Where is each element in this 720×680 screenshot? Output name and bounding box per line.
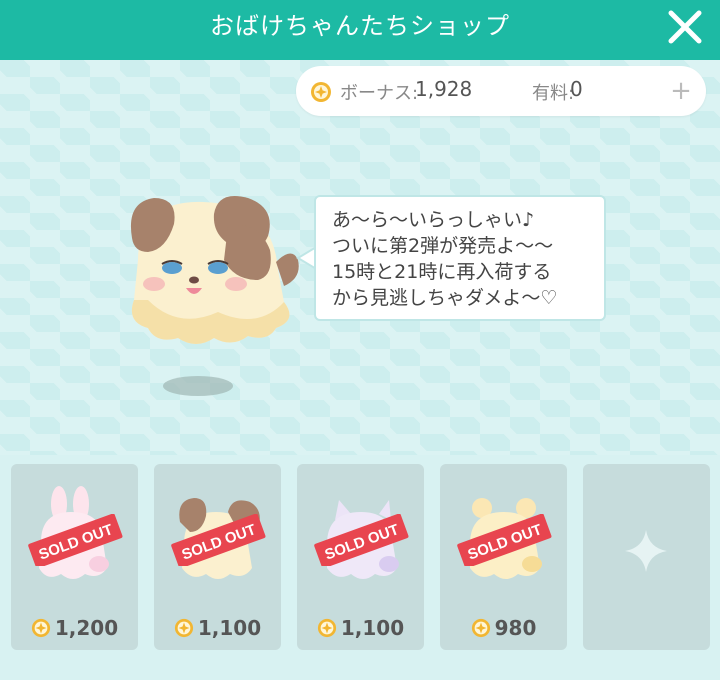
- page-title: おばけちゃんたちショップ: [210, 12, 510, 40]
- price-tag: 1,200: [11, 616, 138, 642]
- price-value: 1,100: [340, 616, 405, 640]
- sold-out-badge: SOLD OUT: [28, 514, 123, 566]
- sparkle-icon: [625, 530, 667, 572]
- price-value: 1,200: [54, 616, 119, 640]
- price-tag: 1,100: [154, 616, 281, 642]
- price-tag: 1,100: [297, 616, 424, 642]
- bonus-value: 1,928: [415, 77, 473, 101]
- header-bar: おばけちゃんたちショップ: [0, 0, 720, 60]
- price-value: 980: [494, 616, 537, 640]
- close-icon[interactable]: [664, 6, 706, 48]
- add-currency-button[interactable]: +: [666, 76, 696, 106]
- shop-item-card[interactable]: SOLD OUT 1,200: [11, 464, 138, 650]
- price-value: 1,100: [197, 616, 262, 640]
- coin-icon: [317, 618, 336, 638]
- empty-item-slot[interactable]: [583, 464, 710, 650]
- coin-icon: [174, 618, 193, 638]
- bonus-label: ボーナス:: [340, 83, 419, 104]
- sold-out-badge: SOLD OUT: [457, 514, 552, 566]
- sold-out-badge: SOLD OUT: [314, 514, 409, 566]
- coin-icon: [471, 618, 490, 638]
- price-tag: 980: [440, 616, 567, 642]
- puppy-ghost-shopkeeper-icon: [130, 196, 299, 396]
- currency-bar: ボーナス: 1,928 有料: 0 +: [296, 66, 706, 116]
- coin-icon: [31, 618, 50, 638]
- speech-bubble: あ〜ら〜いらっしゃい♪ ついに第2弾が発売よ〜〜 15時と21時に再入荷する か…: [314, 195, 606, 321]
- shop-item-card[interactable]: SOLD OUT 980: [440, 464, 567, 650]
- coin-icon: [311, 82, 331, 102]
- shop-item-card[interactable]: SOLD OUT 1,100: [297, 464, 424, 650]
- paid-label: 有料:: [532, 83, 575, 104]
- sold-out-badge: SOLD OUT: [171, 514, 266, 566]
- shop-item-card[interactable]: SOLD OUT 1,100: [154, 464, 281, 650]
- speech-text: あ〜ら〜いらっしゃい♪ ついに第2弾が発売よ〜〜 15時と21時に再入荷する か…: [332, 209, 558, 309]
- paid-value: 0: [570, 77, 583, 101]
